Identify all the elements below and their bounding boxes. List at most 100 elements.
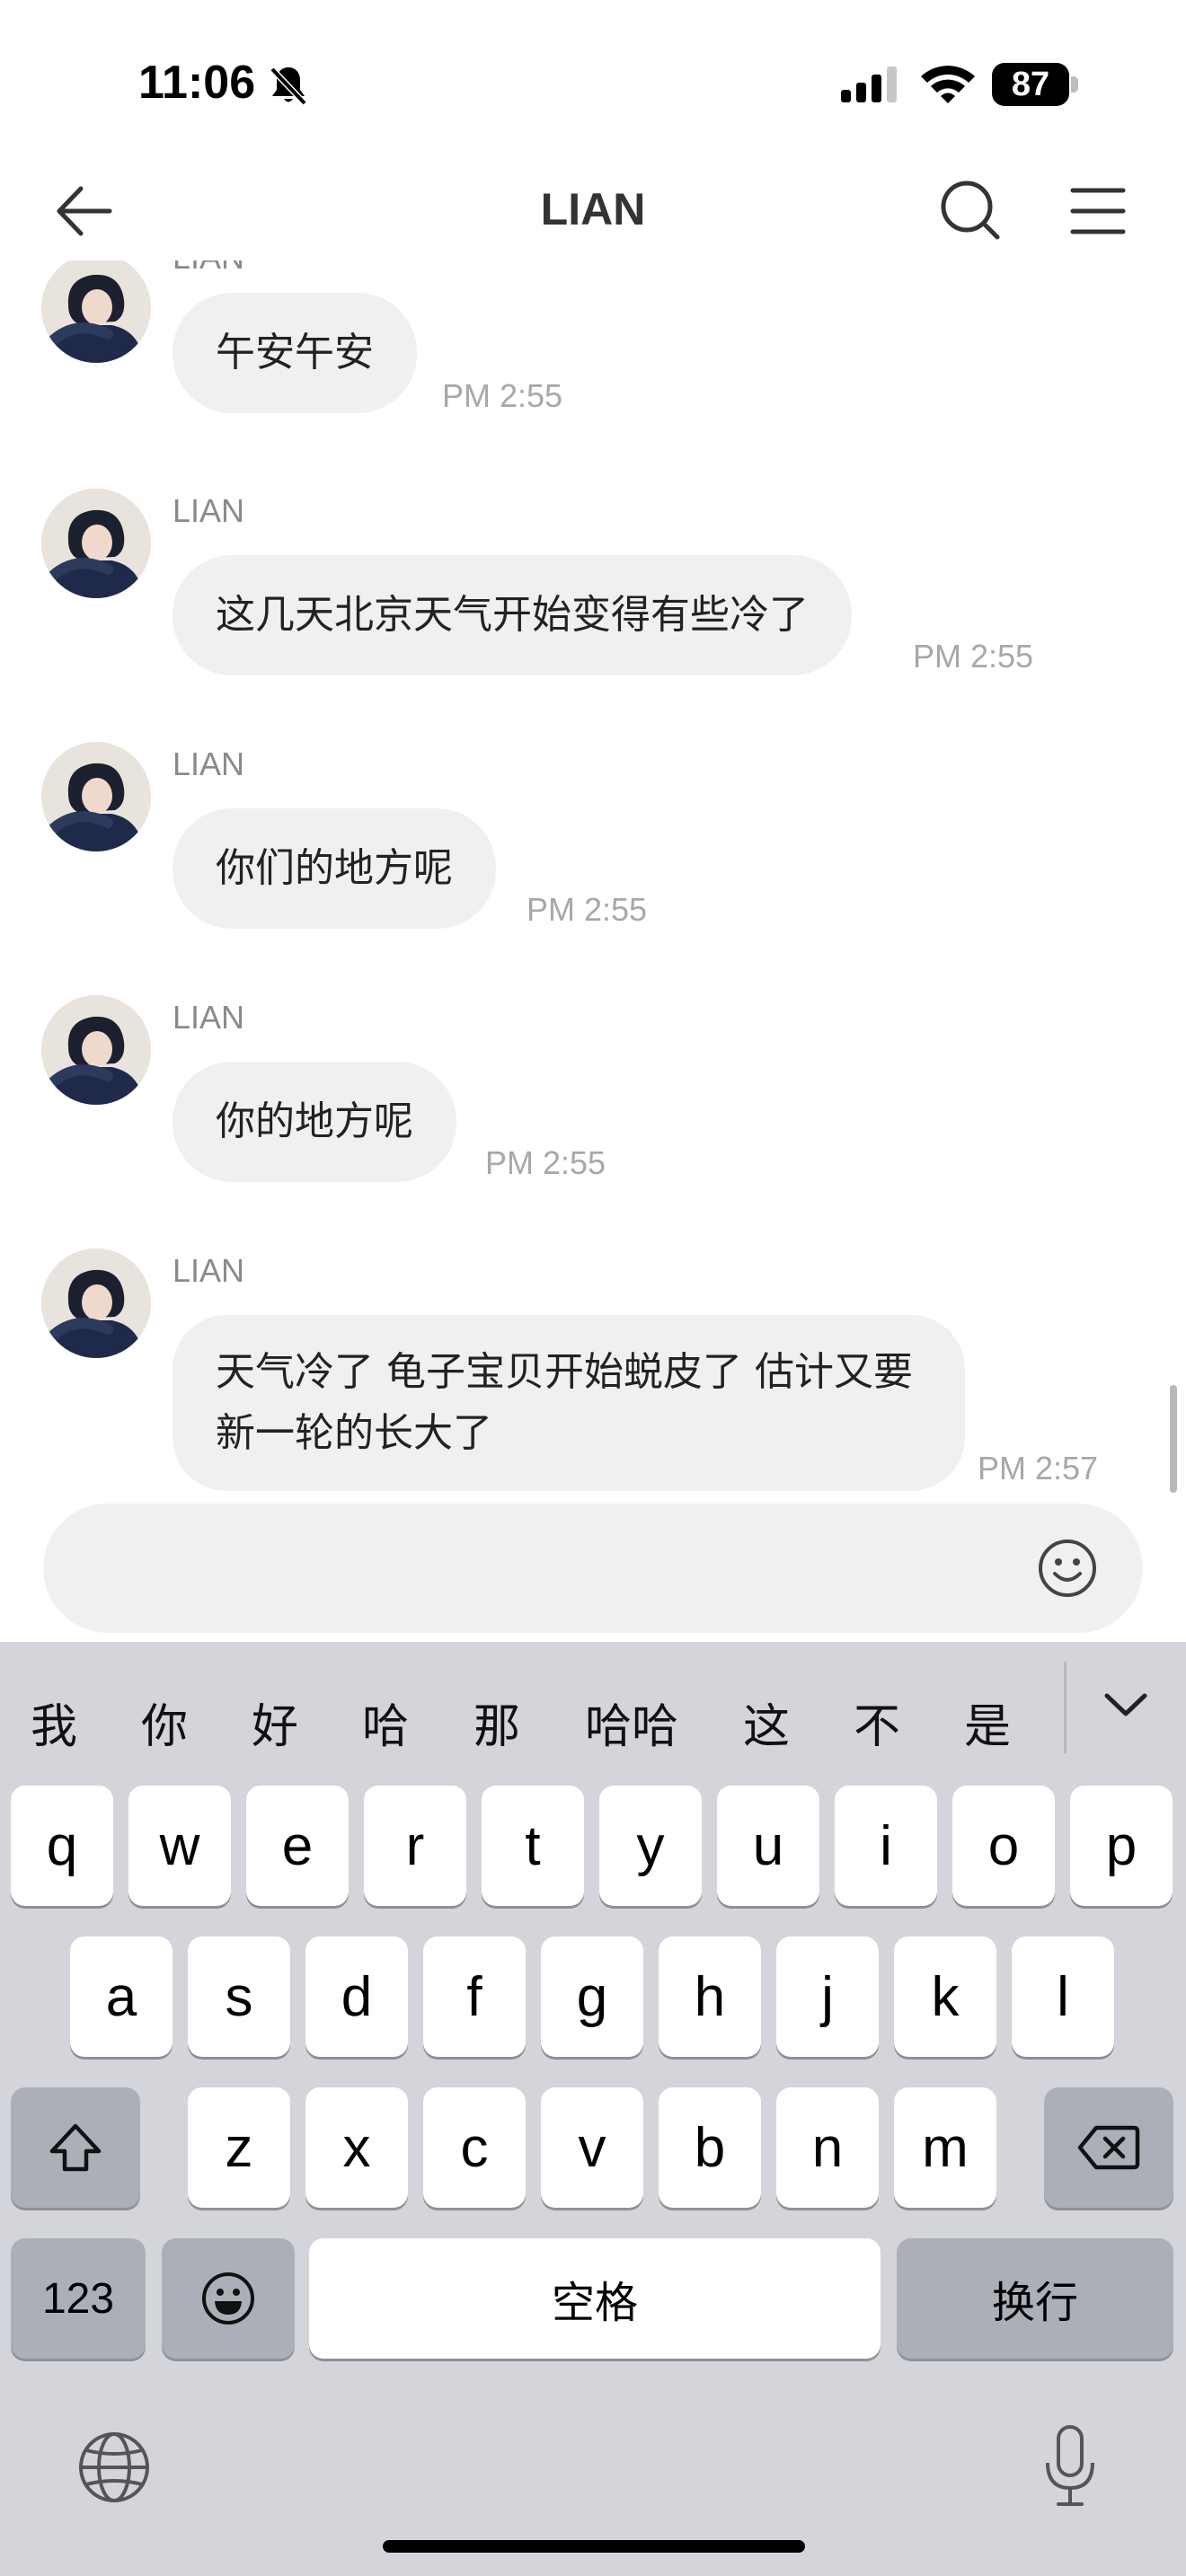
key-f[interactable]: f [423,1936,526,2057]
shift-key[interactable] [11,2087,140,2208]
key-label: s [225,1965,253,2028]
key-w[interactable]: w [128,1786,231,1906]
candidate-word[interactable]: 我 [27,1689,81,1756]
emoji-button[interactable] [1035,1536,1100,1601]
message-bubble[interactable]: 午安午安 [173,293,417,413]
candidate-word[interactable]: 好 [248,1689,302,1756]
message-time: PM 2:55 [442,377,563,414]
key-label: j [821,1965,834,2028]
avatar[interactable] [41,742,151,851]
key-label: 123 [41,2274,115,2323]
message-input-bar [43,1504,1143,1633]
numbers-key[interactable]: 123 [11,2238,146,2359]
message-input[interactable] [88,1531,987,1606]
message-text: 你们的地方呢 [216,845,453,891]
bell-slash-icon [266,63,311,108]
chat-title: LIAN [540,184,646,234]
delete-key[interactable] [1044,2087,1173,2208]
message-text: 这几天北京天气开始变得有些冷了 [216,592,809,638]
key-label: w [159,1814,200,1877]
key-label: r [405,1814,425,1877]
globe-button[interactable] [75,2429,153,2506]
key-j[interactable]: j [776,1936,879,2057]
home-indicator[interactable] [383,2540,805,2553]
return-key[interactable]: 换行 [897,2238,1173,2359]
status-time: 11:06 [138,57,256,109]
key-e[interactable]: e [246,1786,349,1906]
key-o[interactable]: o [952,1786,1055,1906]
candidate-word[interactable]: 不 [850,1689,904,1756]
status-bar: 11:06 87 [0,0,1186,162]
delete-icon [1077,2125,1140,2170]
chevron-down-icon [1104,1693,1147,1716]
message-time: PM 2:55 [527,891,648,928]
battery-cap [1071,76,1078,93]
candidate-word[interactable]: 那 [470,1689,524,1756]
key-label: m [922,2116,969,2179]
message-time: PM 2:57 [978,1450,1099,1486]
key-label: i [880,1814,892,1877]
nav-bar: LIAN [0,162,1186,260]
menu-button[interactable] [1067,181,1130,241]
key-label: k [931,1965,960,2028]
key-l[interactable]: l [1012,1936,1114,2057]
key-g[interactable]: g [541,1936,643,2057]
key-label: a [105,1965,137,2028]
key-c[interactable]: c [423,2087,526,2208]
message-bubble[interactable]: 天气冷了 龟子宝贝开始蜕皮了 估计又要新一轮的长大了 [173,1315,965,1491]
message-bubble[interactable]: 这几天北京天气开始变得有些冷了 [173,555,852,675]
key-m[interactable]: m [894,2087,996,2208]
emoji-key[interactable] [162,2238,295,2359]
key-p[interactable]: p [1070,1786,1173,1906]
candidate-bar: 我 你 好 哈 那 哈哈 这 不 是 [0,1642,1186,1786]
message-bubble[interactable]: 你们的地方呢 [173,808,496,929]
key-label: t [525,1814,541,1877]
sender-name: LIAN [173,492,245,529]
avatar[interactable] [41,995,151,1105]
key-r[interactable]: r [364,1786,466,1906]
key-z[interactable]: z [188,2087,290,2208]
key-i[interactable]: i [835,1786,937,1906]
key-s[interactable]: s [188,1936,290,2057]
key-label: v [578,2116,606,2179]
key-label: l [1057,1965,1069,2028]
space-key[interactable]: 空格 [309,2238,881,2359]
candidate-word[interactable]: 哈 [358,1689,412,1756]
message-list[interactable]: LIAN 午安午安 PM 2:55 LIAN 这几天北京天气开始变得有些冷了 [0,260,1186,1500]
microphone-button[interactable] [1040,2423,1100,2510]
search-button[interactable] [934,174,1006,246]
key-q[interactable]: q [11,1786,113,1906]
key-label: x [342,2116,371,2179]
key-label: b [694,2116,726,2179]
candidate-word[interactable]: 是 [960,1689,1014,1756]
key-b[interactable]: b [659,2087,761,2208]
keyboard: 我 你 好 哈 那 哈哈 这 不 是 q w e r t y u i o p a [0,1642,1186,2576]
shift-icon [49,2123,102,2172]
key-h[interactable]: h [659,1936,761,2057]
key-y[interactable]: y [599,1786,702,1906]
key-t[interactable]: t [482,1786,584,1906]
message-time: PM 2:55 [485,1144,606,1181]
key-label: 换行 [991,2280,1078,2327]
key-u[interactable]: u [717,1786,819,1906]
avatar[interactable] [41,489,151,598]
sender-name: LIAN [173,745,245,782]
key-a[interactable]: a [70,1936,173,2057]
collapse-candidates-button[interactable] [1094,1678,1157,1732]
key-x[interactable]: x [305,2087,408,2208]
message-bubble[interactable]: 你的地方呢 [173,1062,456,1182]
globe-icon [79,2432,149,2502]
candidate-word[interactable]: 你 [137,1689,191,1756]
key-n[interactable]: n [776,2087,879,2208]
candidate-word[interactable]: 哈哈 [580,1689,683,1756]
avatar[interactable] [41,260,151,363]
key-d[interactable]: d [305,1936,408,2057]
key-v[interactable]: v [541,2087,643,2208]
smiley-icon [1039,1539,1096,1597]
emoji-key-icon [202,2272,254,2325]
scroll-indicator[interactable] [1170,1385,1177,1493]
key-k[interactable]: k [894,1936,996,2057]
sender-name: LIAN [173,999,245,1036]
candidate-word[interactable]: 这 [739,1689,793,1756]
avatar[interactable] [41,1248,151,1358]
